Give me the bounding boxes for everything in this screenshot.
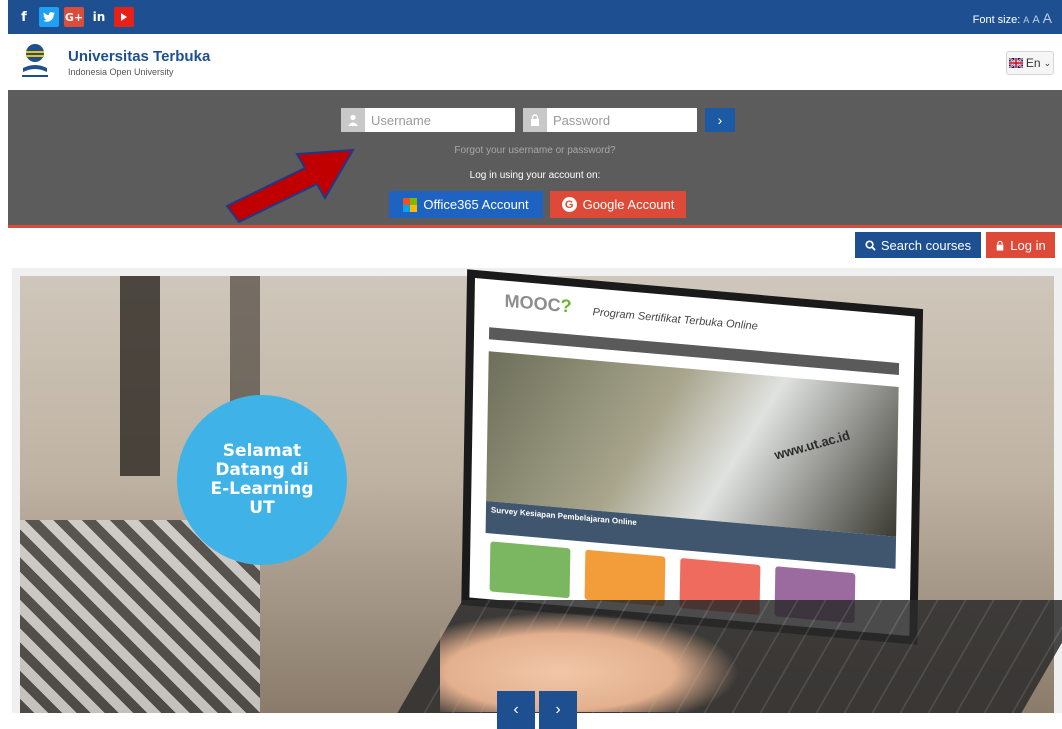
password-field[interactable]: Password — [523, 108, 697, 132]
google-plus-icon[interactable]: G+ — [64, 7, 84, 27]
log-in-label: Log in — [1010, 237, 1046, 253]
chevron-down-icon: ⌄ — [1043, 57, 1052, 68]
user-icon — [341, 108, 365, 132]
facebook-icon[interactable]: f — [14, 7, 34, 27]
youtube-icon[interactable] — [114, 7, 134, 27]
brand-name[interactable]: Universitas Terbuka — [68, 48, 210, 65]
screen-title: Program Sertifikat Terbuka Online — [592, 306, 758, 333]
background-pillar — [120, 276, 160, 476]
twitter-bird-glyph — [43, 12, 55, 22]
login-bar: Username Password › Forgot your username… — [8, 90, 1062, 228]
language-selector[interactable]: En ⌄ — [1006, 51, 1054, 75]
password-input[interactable]: Password — [547, 113, 610, 128]
login-via-label: Log in using your account on: — [469, 170, 601, 181]
uk-flag-icon — [1008, 58, 1023, 68]
username-field[interactable]: Username — [341, 108, 515, 132]
font-size-small[interactable]: A — [1023, 15, 1029, 25]
screen-brand: MOOC? — [504, 290, 572, 317]
google-icon: G — [561, 197, 577, 212]
linkedin-icon[interactable]: in — [89, 7, 109, 27]
screen-tile — [489, 541, 571, 599]
linkedin-glyph: in — [92, 10, 106, 24]
log-in-button[interactable]: Log in — [986, 232, 1055, 258]
lock-icon — [523, 108, 547, 132]
microsoft-icon — [403, 197, 418, 212]
search-courses-button[interactable]: Search courses — [855, 232, 981, 258]
office365-label: Office365 Account — [423, 197, 529, 212]
brand-subtitle: Indonesia Open University — [68, 67, 174, 77]
site-header: Universitas Terbuka Indonesia Open Unive… — [8, 34, 1062, 90]
google-plus-glyph: G+ — [64, 10, 84, 24]
welcome-badge: Selamat Datang di E-Learning UT — [177, 395, 347, 565]
font-size-medium[interactable]: A — [1032, 14, 1039, 26]
welcome-text: Selamat Datang di E-Learning UT — [210, 441, 314, 518]
twitter-icon[interactable] — [39, 7, 59, 27]
social-top-bar: f G+ in Font size: A A A — [8, 0, 1062, 34]
font-size-large[interactable]: A — [1043, 10, 1052, 26]
forgot-password-link[interactable]: Forgot your username or password? — [8, 145, 1062, 156]
red-arrow-annotation — [225, 148, 355, 224]
username-input[interactable]: Username — [365, 113, 431, 128]
search-icon — [865, 239, 876, 251]
login-submit-button[interactable]: › — [705, 108, 735, 132]
play-glyph — [121, 13, 127, 21]
search-courses-label: Search courses — [880, 237, 972, 253]
office365-login-button[interactable]: Office365 Account — [389, 191, 543, 218]
google-label: Google Account — [582, 197, 675, 212]
screen-tile — [584, 549, 666, 607]
laptop-screen-image: MOOC? Program Sertifikat Terbuka Online … — [469, 278, 915, 637]
google-login-button[interactable]: G Google Account — [550, 191, 686, 218]
language-label: En — [1025, 56, 1041, 70]
lock-icon — [996, 240, 1004, 250]
facebook-glyph: f — [21, 9, 27, 25]
ut-logo[interactable] — [20, 42, 50, 80]
hands-image — [440, 612, 740, 712]
slider-prev-button[interactable]: ‹ — [497, 691, 535, 729]
font-size-control: Font size: A A A — [973, 10, 1052, 26]
slider-next-button[interactable]: › — [539, 691, 577, 729]
font-size-label: Font size: — [972, 14, 1021, 26]
